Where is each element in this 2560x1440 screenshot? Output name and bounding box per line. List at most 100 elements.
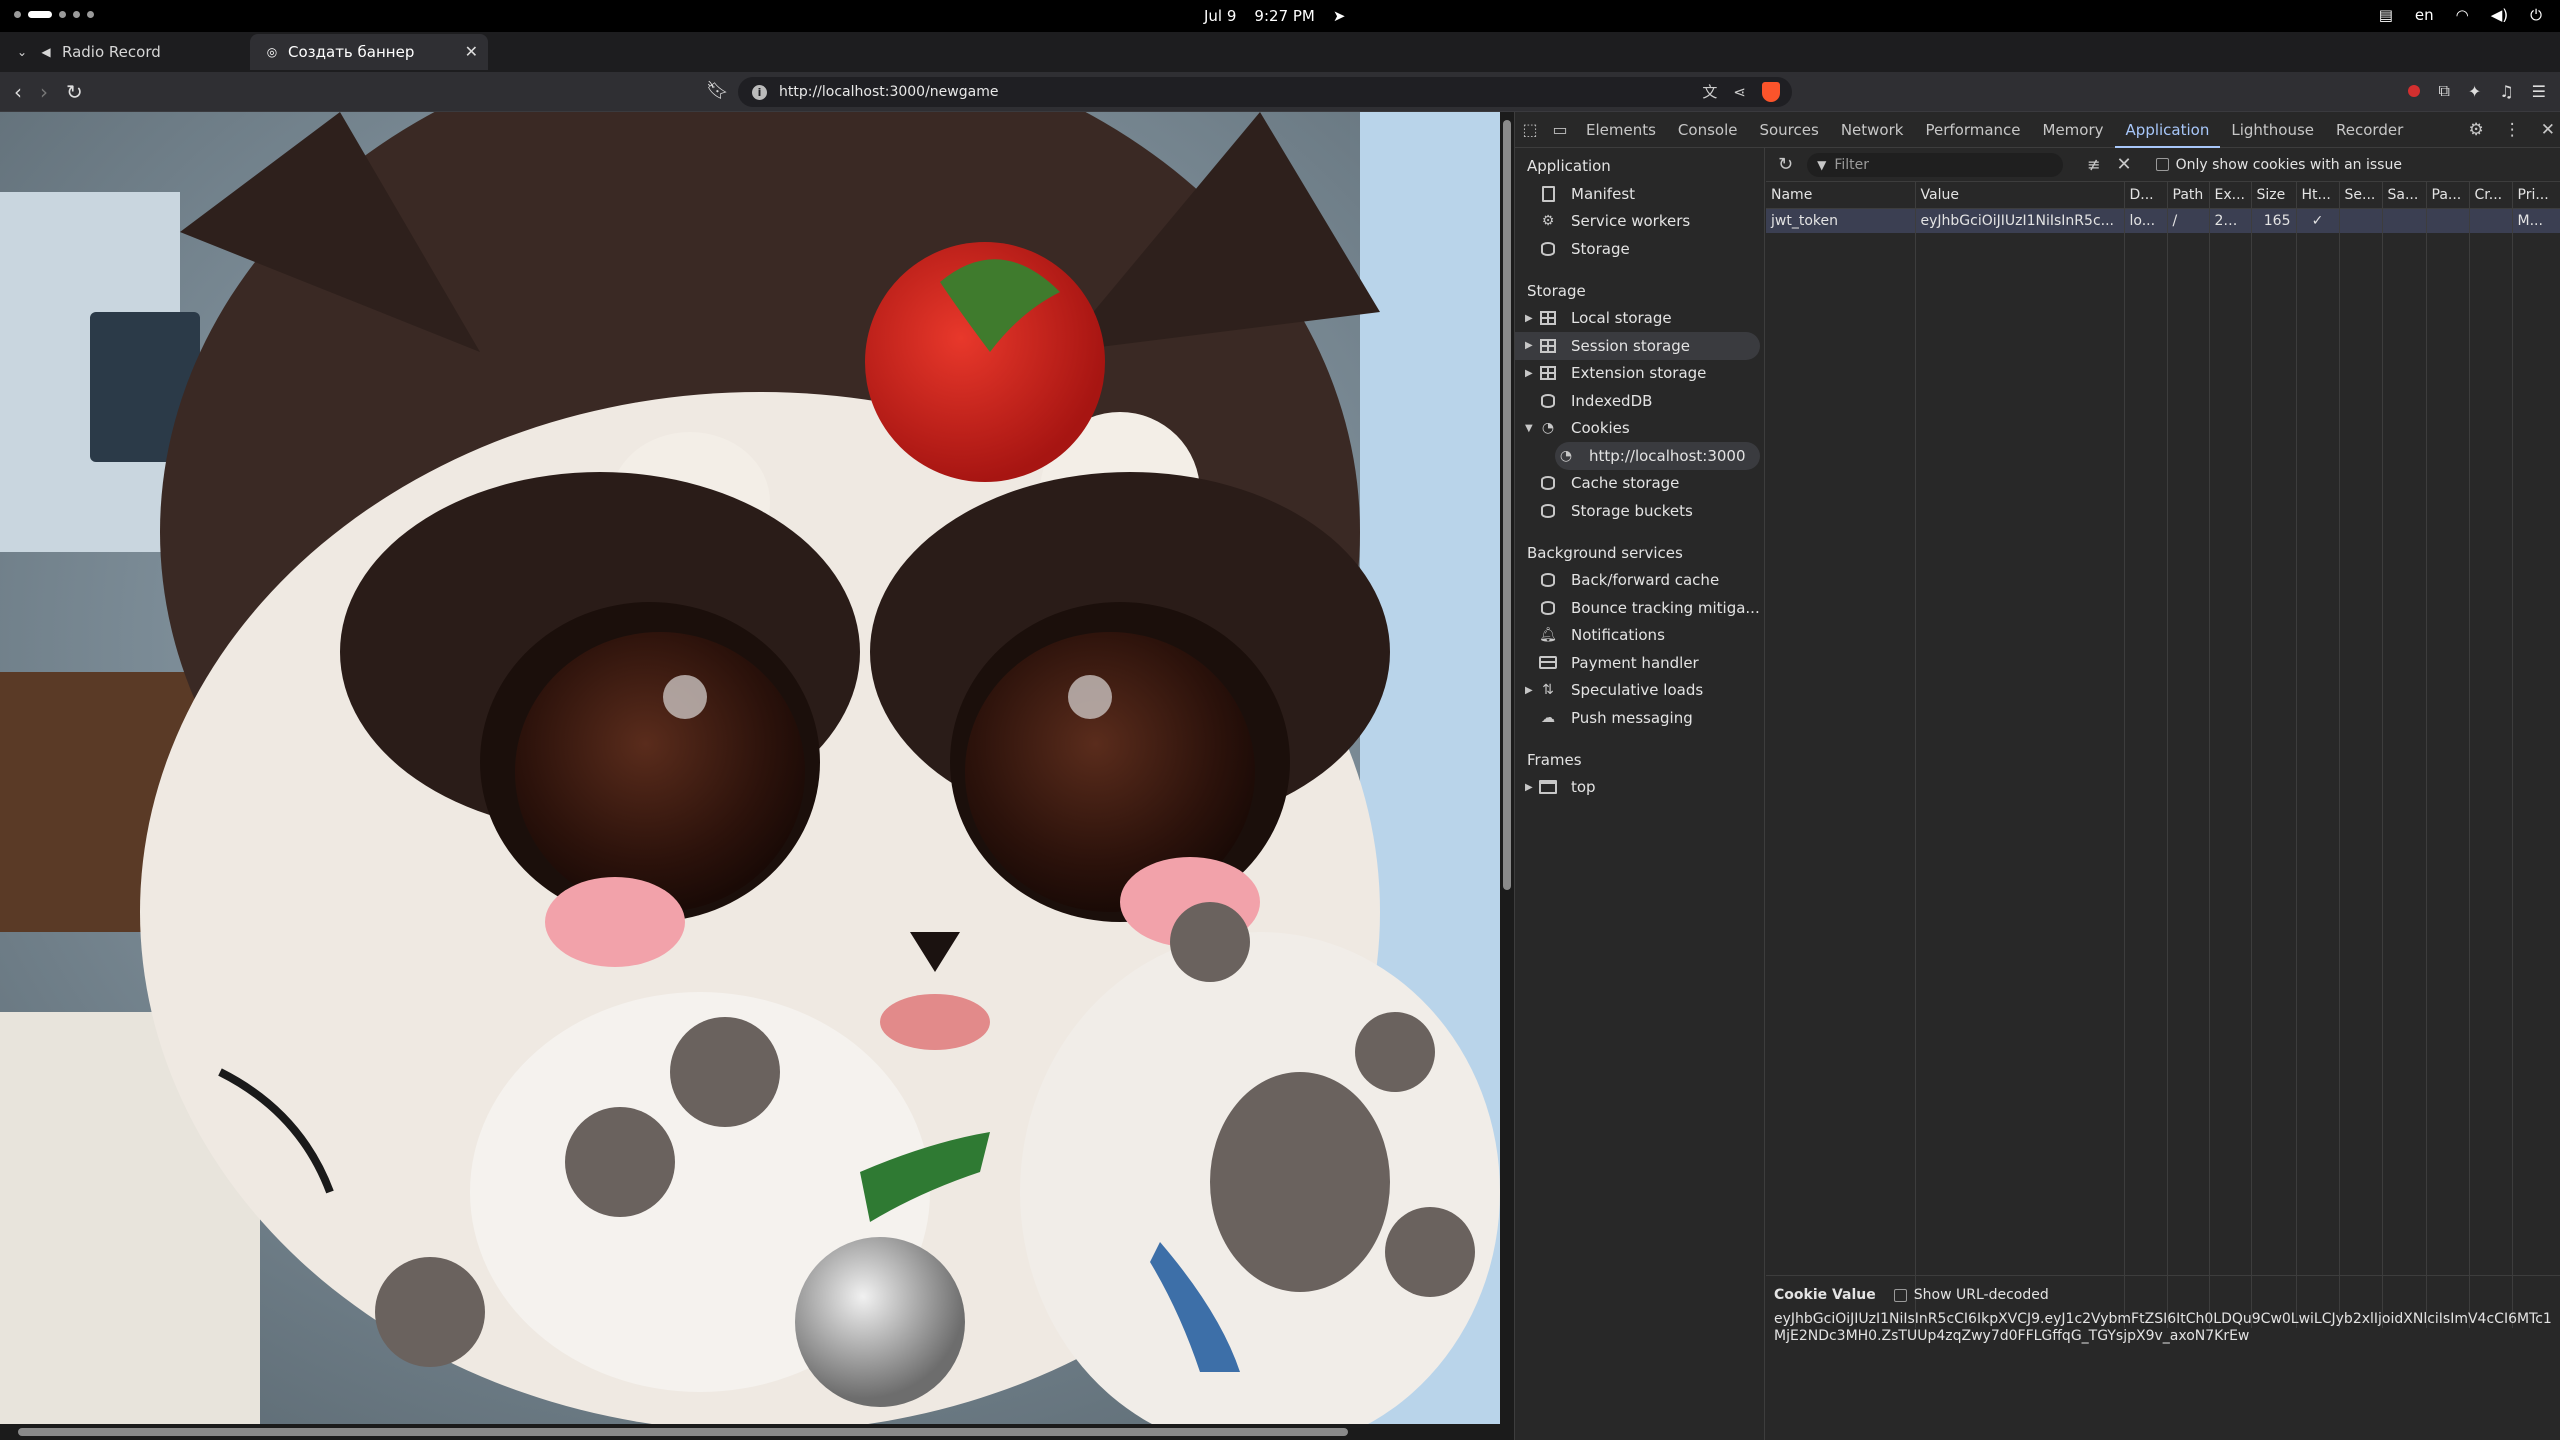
filter-input[interactable]: ▼ Filter — [1807, 152, 2064, 177]
delete-selected-icon[interactable]: ✕ — [2117, 154, 2132, 175]
sidebar-item-label: Storage buckets — [1571, 501, 1693, 520]
tab-radio-record[interactable]: ⌄ ◀ Radio Record — [0, 34, 244, 70]
devtools-tab-bar: ⬚ ▭ Elements Console Sources Network Per… — [1515, 112, 2560, 148]
tab-elements[interactable]: Elements — [1575, 112, 1667, 148]
show-url-decoded-checkbox[interactable] — [1893, 1288, 1907, 1302]
tab-network[interactable]: Network — [1830, 112, 1915, 148]
only-issues-label: Only show cookies with an issue — [2175, 156, 2402, 173]
cookie-icon: ◔ — [1559, 447, 1573, 464]
column-header-expires[interactable]: Ex... — [2209, 182, 2252, 209]
column-header-crosssite[interactable]: Cr... — [2469, 182, 2513, 209]
reload-button[interactable]: ↻ — [66, 80, 83, 104]
device-toolbar-icon[interactable]: ▭ — [1545, 120, 1575, 139]
tab-application[interactable]: Application — [2114, 112, 2221, 148]
sidebar-item-cookie-origin[interactable]: ◔ http://localhost:3000 — [1555, 442, 1760, 470]
sidebar-item-notifications[interactable]: 🔔︎ Notifications — [1515, 622, 1764, 650]
inspect-element-icon[interactable]: ⬚ — [1515, 120, 1545, 139]
clear-filtered-icon[interactable]: ≢ — [2087, 155, 2100, 174]
column-header-secure[interactable]: Se... — [2339, 182, 2383, 209]
sidebar-item-storage-buckets[interactable]: Storage buckets — [1515, 497, 1764, 525]
sidebar-item-indexeddb[interactable]: IndexedDB — [1515, 387, 1764, 415]
tab-performance[interactable]: Performance — [1914, 112, 2031, 148]
sidebar-item-service-workers[interactable]: ⚙ Service workers — [1515, 208, 1764, 236]
collapse-arrow-icon[interactable]: ▼ — [1525, 423, 1537, 434]
expand-arrow-icon[interactable]: ▶ — [1525, 782, 1537, 793]
brave-shield-icon[interactable] — [1762, 81, 1780, 102]
wifi-icon[interactable]: ◠ — [2456, 6, 2469, 24]
column-header-domain[interactable]: D... — [2124, 182, 2168, 209]
sidebar-item-extension-storage[interactable]: ▶ Extension storage — [1515, 360, 1764, 388]
more-options-icon[interactable]: ⋮ — [2504, 120, 2521, 140]
column-header-name[interactable]: Name — [1766, 182, 1916, 209]
sidebar-item-session-storage[interactable]: ▶ Session storage — [1515, 332, 1760, 360]
tab-strip: ⌄ ◀ Radio Record ◎ Создать баннер ✕ + ⌄ … — [0, 32, 2560, 95]
tab-console[interactable]: Console — [1667, 112, 1749, 148]
document-icon — [1541, 185, 1555, 202]
close-tab-icon[interactable]: ✕ — [465, 42, 478, 61]
column-divider — [2167, 233, 2168, 1328]
sidebar-item-local-storage[interactable]: ▶ Local storage — [1515, 305, 1764, 333]
sidebar-item-push-messaging[interactable]: ☁ Push messaging — [1515, 704, 1764, 732]
cookie-value-text[interactable]: eyJhbGciOiJIUzI1NiIsInR5cCI6IkpXVCJ9.eyJ… — [1774, 1311, 2553, 1345]
site-info-icon[interactable]: i — [752, 84, 767, 100]
clipboard-icon[interactable]: ▤ — [2379, 6, 2393, 24]
column-header-httponly[interactable]: Ht... — [2296, 182, 2340, 209]
column-header-value[interactable]: Value — [1915, 182, 2125, 209]
workspace-indicator[interactable] — [14, 11, 94, 18]
forward-button[interactable]: › — [40, 80, 48, 104]
column-header-size[interactable]: Size — [2251, 182, 2297, 209]
page-vertical-scrollbar[interactable] — [1500, 112, 1514, 1440]
expand-arrow-icon[interactable]: ▶ — [1525, 313, 1537, 324]
page-horizontal-scrollbar[interactable] — [0, 1424, 1500, 1440]
tab-recorder[interactable]: Recorder — [2325, 112, 2414, 148]
sidebar-item-cookies[interactable]: ▼ ◔ Cookies — [1515, 415, 1764, 443]
clock[interactable]: Jul 9 9:27 PM ➤ — [1204, 7, 1345, 25]
volume-icon[interactable]: ◀) — [2491, 6, 2508, 24]
sidebar-item-label: Bounce tracking mitiga... — [1571, 598, 1760, 617]
close-devtools-icon[interactable]: ✕ — [2541, 120, 2555, 140]
record-extension-icon[interactable] — [2408, 85, 2421, 97]
menu-icon[interactable]: ☰ — [2532, 82, 2546, 101]
sidebar-item-label: Service workers — [1571, 212, 1691, 231]
database-icon — [1541, 241, 1555, 256]
gear-icon: ⚙ — [1541, 213, 1555, 230]
sidebar-item-manifest[interactable]: Manifest — [1515, 180, 1764, 208]
settings-gear-icon[interactable]: ⚙ — [2469, 120, 2484, 140]
column-header-priority[interactable]: Pri... — [2512, 182, 2560, 209]
sidebar-item-bounce-tracking[interactable]: Bounce tracking mitiga... — [1515, 594, 1764, 622]
tab-sources[interactable]: Sources — [1748, 112, 1829, 148]
sidebar-item-speculative-loads[interactable]: ▶ ⇅ Speculative loads — [1515, 677, 1764, 705]
expand-arrow-icon[interactable]: ▶ — [1525, 685, 1537, 696]
tab-memory[interactable]: Memory — [2032, 112, 2115, 148]
bookmark-icon[interactable]: 🔖︎ — [706, 80, 729, 101]
back-button[interactable]: ‹ — [14, 80, 22, 104]
sidebar-item-label: Payment handler — [1571, 653, 1699, 672]
sidebar-item-storage[interactable]: Storage — [1515, 235, 1764, 263]
extension-icon[interactable]: ⧉ — [2438, 81, 2449, 101]
sidebar-item-cache-storage[interactable]: Cache storage — [1515, 470, 1764, 498]
sidebar-item-frame-top[interactable]: ▶ top — [1515, 774, 1764, 802]
column-divider — [2296, 233, 2297, 1328]
column-header-samesite[interactable]: Sa... — [2382, 182, 2427, 209]
sidebar-item-back-forward-cache[interactable]: Back/forward cache — [1515, 567, 1764, 595]
column-header-partition[interactable]: Pa... — [2426, 182, 2470, 209]
share-icon[interactable]: ⋖ — [1733, 83, 1746, 101]
column-header-path[interactable]: Path — [2167, 182, 2210, 209]
power-icon[interactable]: ⏻ — [2530, 6, 2542, 24]
tab-lighthouse[interactable]: Lighthouse — [2220, 112, 2325, 148]
refresh-icon[interactable]: ↻ — [1778, 154, 1793, 175]
table-row[interactable]: jwt_token eyJhbGciOiJIUzI1NiIsInR5c... l… — [1766, 208, 2560, 233]
url-field[interactable]: i http://localhost:3000/newgame 文 ⋖ — [738, 77, 1792, 107]
music-icon[interactable]: ♫ — [2499, 82, 2513, 101]
sidebar-item-label: Cookies — [1571, 419, 1630, 438]
puzzle-icon[interactable]: ✦ — [2468, 82, 2481, 101]
tab-create-banner[interactable]: ◎ Создать баннер ✕ — [250, 34, 488, 70]
language-indicator[interactable]: en — [2415, 6, 2434, 24]
expand-arrow-icon[interactable]: ▶ — [1525, 340, 1537, 351]
translate-icon[interactable]: 文 — [1702, 81, 1717, 102]
fursuit-photo — [0, 112, 1500, 1440]
sidebar-item-payment-handler[interactable]: Payment handler — [1515, 649, 1764, 677]
expand-arrow-icon[interactable]: ▶ — [1525, 368, 1537, 379]
only-issues-checkbox[interactable] — [2155, 158, 2169, 171]
telegram-icon[interactable]: ➤ — [1333, 7, 1346, 25]
